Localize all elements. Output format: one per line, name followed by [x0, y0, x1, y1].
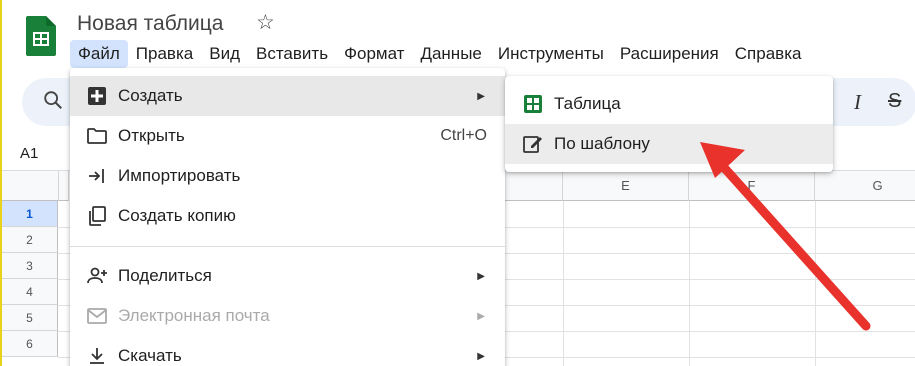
select-all-corner[interactable]	[2, 171, 59, 201]
grid-line	[689, 201, 690, 366]
menu-divider	[70, 246, 505, 247]
column-header-d[interactable]	[505, 171, 563, 201]
menu-insert[interactable]: Вставить	[248, 40, 336, 68]
submenu-item-from-template[interactable]: По шаблону	[505, 124, 833, 164]
strikethrough-icon[interactable]: S	[888, 90, 901, 113]
menu-format[interactable]: Формат	[336, 40, 412, 68]
row-header-4[interactable]: 4	[2, 279, 58, 305]
sheets-icon	[523, 94, 543, 114]
download-icon	[86, 345, 108, 366]
menu-extensions[interactable]: Расширения	[612, 40, 727, 68]
row-header-1[interactable]: 1	[2, 201, 58, 227]
column-header-edge	[59, 171, 69, 201]
menu-item-import[interactable]: Импортировать	[70, 156, 505, 196]
menu-data[interactable]: Данные	[412, 40, 489, 68]
menu-item-label: Электронная почта	[118, 306, 270, 325]
menu-item-label: Открыть	[118, 126, 185, 145]
menu-item-share[interactable]: Поделиться ▶	[70, 256, 505, 296]
menu-edit[interactable]: Правка	[128, 40, 201, 68]
plus-square-icon	[86, 85, 108, 107]
menubar: Файл Правка Вид Вставить Формат Данные И…	[70, 40, 809, 68]
grid-line	[815, 201, 816, 366]
submenu-item-label: Таблица	[554, 94, 621, 113]
italic-icon[interactable]: I	[854, 90, 861, 115]
row-header-5[interactable]: 5	[2, 305, 58, 331]
menu-item-label: Импортировать	[118, 166, 241, 185]
row-header-6[interactable]: 6	[2, 331, 58, 357]
copy-icon	[86, 205, 108, 227]
name-box[interactable]: A1	[20, 145, 38, 162]
submenu-arrow-icon: ▶	[477, 350, 485, 362]
submenu-arrow-icon: ▶	[477, 310, 485, 322]
menu-item-email[interactable]: Электронная почта ▶	[70, 296, 505, 336]
menu-item-make-copy[interactable]: Создать копию	[70, 196, 505, 236]
menu-item-open[interactable]: Открыть Ctrl+O	[70, 116, 505, 156]
submenu-arrow-icon: ▶	[477, 270, 485, 282]
menu-view[interactable]: Вид	[201, 40, 248, 68]
row-header-2[interactable]: 2	[2, 227, 58, 253]
folder-icon	[86, 125, 108, 147]
mail-icon	[86, 305, 108, 327]
submenu-item-spreadsheet[interactable]: Таблица	[505, 84, 833, 124]
menu-item-label: Скачать	[118, 346, 182, 365]
menu-tools[interactable]: Инструменты	[490, 40, 612, 68]
column-header-f[interactable]: F	[689, 171, 815, 201]
shortcut-text: Ctrl+O	[440, 127, 487, 144]
grid-line	[563, 201, 564, 366]
spreadsheet-app: Новая таблица ☆ Файл Правка Вид Вставить…	[0, 0, 915, 366]
menu-item-create[interactable]: Создать ▶	[70, 76, 505, 116]
sheets-logo-icon[interactable]	[26, 16, 56, 56]
menu-item-label: Создать	[118, 86, 183, 105]
share-person-icon	[86, 265, 108, 287]
file-menu: Создать ▶ Открыть Ctrl+O Импортировать С…	[70, 68, 505, 366]
menu-item-label: Создать копию	[118, 206, 236, 225]
menu-help[interactable]: Справка	[727, 40, 810, 68]
menu-item-download[interactable]: Скачать ▶	[70, 336, 505, 366]
import-icon	[86, 165, 108, 187]
submenu-item-label: По шаблону	[554, 134, 650, 153]
template-icon	[523, 134, 543, 154]
column-header-e[interactable]: E	[563, 171, 689, 201]
submenu-arrow-icon: ▶	[477, 90, 485, 102]
column-header-g[interactable]: G	[815, 171, 915, 201]
document-title[interactable]: Новая таблица	[77, 12, 224, 36]
create-submenu: Таблица По шаблону	[505, 76, 833, 172]
star-icon[interactable]: ☆	[256, 10, 275, 35]
menu-file[interactable]: Файл	[70, 40, 128, 68]
row-header-3[interactable]: 3	[2, 253, 58, 279]
menu-item-label: Поделиться	[118, 266, 212, 285]
search-icon[interactable]	[42, 89, 64, 117]
